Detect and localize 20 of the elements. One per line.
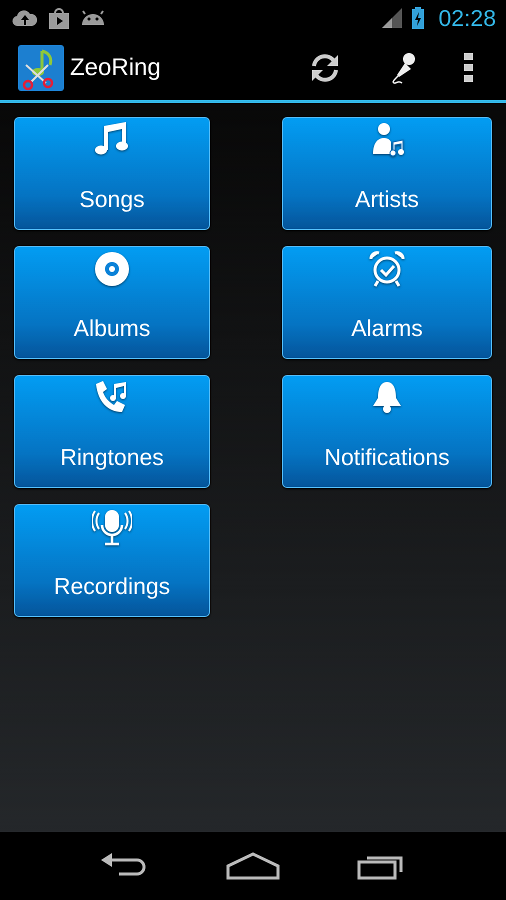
category-tile[interactable]: Alarms: [282, 246, 492, 359]
disc-icon: [92, 249, 132, 289]
shopping-bag-icon: [48, 7, 70, 29]
clock: 02:28: [438, 4, 496, 32]
category-tile[interactable]: Albums: [14, 246, 210, 359]
category-tile[interactable]: Recordings: [14, 504, 210, 617]
alarm-clock-icon: [367, 249, 407, 289]
category-tile[interactable]: Songs: [14, 117, 210, 230]
app-title: ZeoRing: [70, 54, 161, 82]
android-icon: [80, 9, 106, 27]
microphone-icon: [92, 507, 132, 547]
signal-icon: [382, 8, 402, 28]
overflow-menu-icon[interactable]: [464, 53, 474, 83]
category-tile[interactable]: Notifications: [282, 375, 492, 488]
cloud-upload-icon: [12, 9, 38, 27]
app-logo-icon[interactable]: [18, 45, 64, 91]
category-tile[interactable]: Ringtones: [14, 375, 210, 488]
battery-icon: [412, 7, 424, 29]
category-tile[interactable]: Artists: [282, 117, 492, 230]
home-icon[interactable]: [226, 852, 280, 880]
